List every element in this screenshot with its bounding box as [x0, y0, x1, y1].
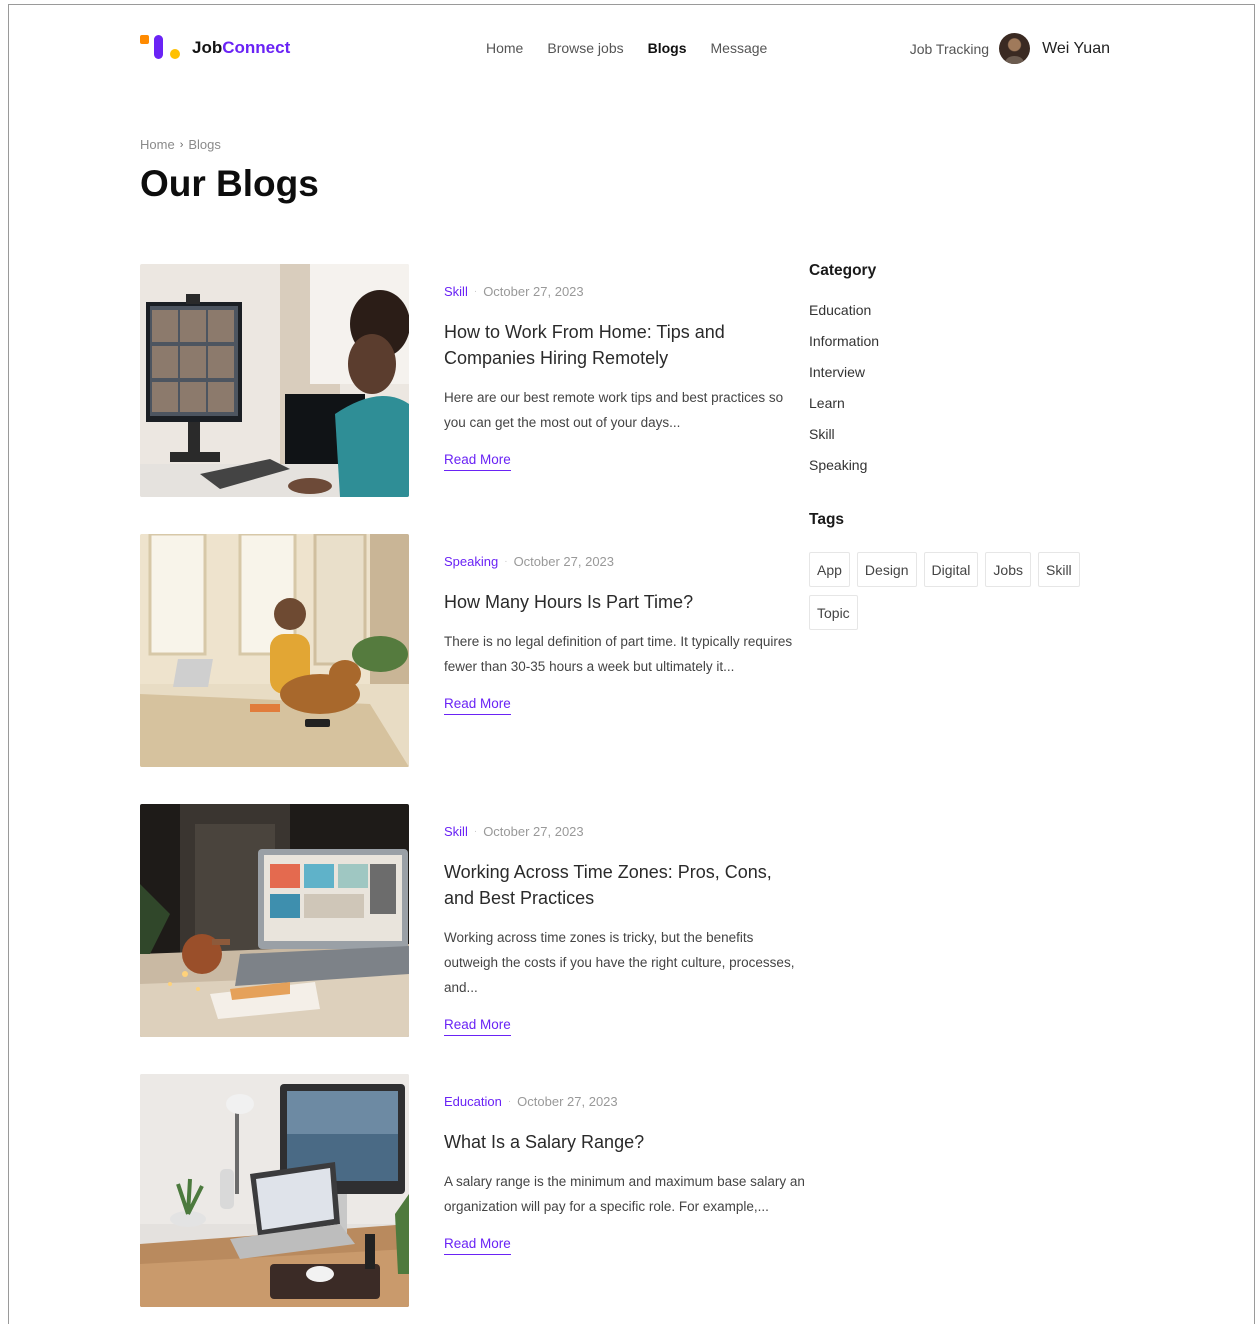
- dot-separator-icon: ·: [473, 286, 478, 297]
- sidebar: Category Education Information Interview…: [809, 262, 1109, 630]
- post-meta: Skill · October 27, 2023: [444, 284, 804, 299]
- user-name[interactable]: Wei Yuan: [1042, 40, 1110, 58]
- home-office-illustration: [140, 534, 409, 767]
- nav-browse-jobs[interactable]: Browse jobs: [547, 40, 623, 56]
- blog-card-body: Education · October 27, 2023 What Is a S…: [444, 1074, 805, 1255]
- category-item-information[interactable]: Information: [809, 333, 1109, 364]
- blog-thumbnail-part-time[interactable]: [140, 534, 409, 767]
- user-area: Job Tracking Wei Yuan: [910, 33, 1110, 64]
- page-title: Our Blogs: [140, 163, 319, 204]
- chevron-right-icon: ›: [179, 138, 184, 151]
- blog-card: Education · October 27, 2023 What Is a S…: [140, 1074, 805, 1344]
- dot-separator-icon: ·: [504, 556, 508, 567]
- tags-heading: Tags: [809, 511, 845, 528]
- tag-digital[interactable]: Digital: [923, 552, 979, 587]
- blog-card-body: Skill · October 27, 2023 Working Across …: [444, 804, 804, 1036]
- read-more-link[interactable]: Read More: [444, 1017, 511, 1036]
- post-title[interactable]: How to Work From Home: Tips and Companie…: [444, 319, 804, 371]
- nav-message[interactable]: Message: [711, 40, 768, 56]
- dot-separator-icon: ·: [507, 1096, 512, 1107]
- category-item-learn[interactable]: Learn: [809, 395, 1109, 426]
- nav-blogs[interactable]: Blogs: [648, 40, 687, 56]
- category-heading: Category: [809, 262, 877, 279]
- nav-home[interactable]: Home: [486, 40, 523, 56]
- post-category[interactable]: Skill: [444, 284, 468, 299]
- post-date: October 27, 2023: [483, 824, 584, 839]
- breadcrumb-home[interactable]: Home: [140, 137, 175, 152]
- logo-text: JobConnect: [192, 38, 291, 57]
- post-date: October 27, 2023: [517, 1094, 618, 1109]
- post-date: October 27, 2023: [513, 554, 615, 569]
- video-call-illustration: [140, 264, 409, 497]
- dot-separator-icon: ·: [473, 826, 478, 837]
- post-title[interactable]: Working Across Time Zones: Pros, Cons, a…: [444, 859, 804, 911]
- blog-thumbnail-time-zones[interactable]: [140, 804, 409, 1037]
- post-meta: Education · October 27, 2023: [444, 1094, 804, 1109]
- post-excerpt: Here are our best remote work tips and b…: [444, 390, 784, 430]
- blog-thumbnail-salary-range[interactable]: [140, 1074, 409, 1307]
- read-more-link[interactable]: Read More: [444, 452, 511, 471]
- job-tracking-link[interactable]: Job Tracking: [910, 41, 989, 57]
- post-title[interactable]: What Is a Salary Range?: [444, 1129, 804, 1155]
- blog-list: Skill · October 27, 2023 How to Work Fro…: [140, 264, 805, 1344]
- post-meta: Skill · October 27, 2023: [444, 824, 804, 839]
- tag-topic[interactable]: Topic: [809, 595, 858, 630]
- post-excerpt: There is no legal definition of part tim…: [444, 634, 793, 674]
- breadcrumb-current: Blogs: [188, 137, 221, 152]
- category-item-interview[interactable]: Interview: [809, 364, 1109, 395]
- logo[interactable]: JobConnect: [140, 34, 290, 62]
- top-header: JobConnect Home Browse jobs Blogs Messag…: [140, 30, 1110, 68]
- tag-jobs[interactable]: Jobs: [985, 552, 1031, 587]
- tag-list: App Design Digital Jobs Skill Topic: [809, 552, 1109, 630]
- post-excerpt: A salary range is the minimum and maximu…: [444, 1174, 805, 1214]
- main-nav: Home Browse jobs Blogs Message: [486, 40, 767, 56]
- category-item-education[interactable]: Education: [809, 302, 1109, 333]
- laptop-desk-illustration: [140, 804, 409, 1037]
- post-title[interactable]: How Many Hours Is Part Time?: [444, 589, 804, 615]
- tag-design[interactable]: Design: [856, 552, 917, 587]
- breadcrumb: Home › Blogs: [140, 137, 221, 152]
- blog-card: Skill · October 27, 2023 Working Across …: [140, 804, 805, 1074]
- category-list: Education Information Interview Learn Sk…: [809, 302, 1109, 488]
- logo-icon: [140, 34, 182, 62]
- tag-skill[interactable]: Skill: [1038, 552, 1080, 587]
- post-category[interactable]: Speaking: [444, 554, 498, 569]
- blog-card: Skill · October 27, 2023 How to Work Fro…: [140, 264, 805, 534]
- post-meta: Speaking · October 27, 2023: [444, 554, 804, 569]
- desk-setup-illustration: [140, 1074, 409, 1307]
- post-date: October 27, 2023: [483, 284, 584, 299]
- category-item-speaking[interactable]: Speaking: [809, 457, 1109, 488]
- read-more-link[interactable]: Read More: [444, 696, 511, 715]
- tag-app[interactable]: App: [809, 552, 850, 587]
- category-item-skill[interactable]: Skill: [809, 426, 1109, 457]
- post-category[interactable]: Skill: [444, 824, 468, 839]
- blog-card-body: Skill · October 27, 2023 How to Work Fro…: [444, 264, 804, 471]
- read-more-link[interactable]: Read More: [444, 1236, 511, 1255]
- post-excerpt: Working across time zones is tricky, but…: [444, 930, 795, 995]
- avatar[interactable]: [999, 33, 1031, 64]
- blog-card: Speaking · October 27, 2023 How Many Hou…: [140, 534, 805, 804]
- post-category[interactable]: Education: [444, 1094, 502, 1109]
- blog-card-body: Speaking · October 27, 2023 How Many Hou…: [444, 534, 804, 715]
- blog-thumbnail-remote-work[interactable]: [140, 264, 409, 497]
